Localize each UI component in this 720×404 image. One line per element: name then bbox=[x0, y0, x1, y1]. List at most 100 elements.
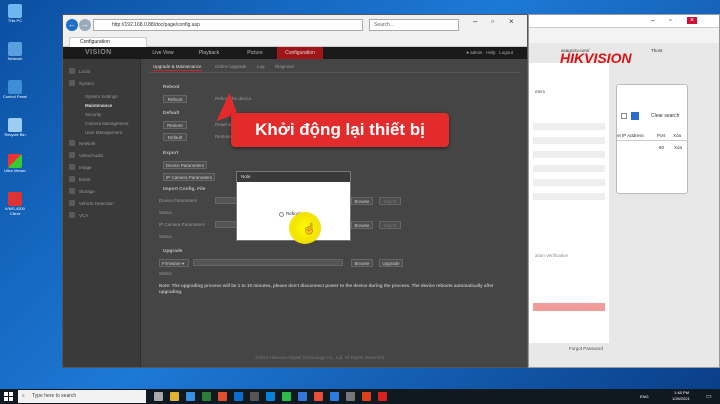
browse-button-3[interactable]: Browse bbox=[351, 259, 373, 267]
sidebar-item[interactable]: Maintenance bbox=[85, 101, 112, 110]
desktop-icon-ivms[interactable]: iVMS-4200 Client bbox=[2, 192, 28, 216]
nav-live-view[interactable]: Live View bbox=[143, 47, 183, 59]
desktop-icon-recycle-bin[interactable]: Recycle Bin bbox=[2, 118, 28, 138]
clear-search[interactable]: Clear search bbox=[651, 113, 679, 119]
settings-icon[interactable] bbox=[346, 392, 355, 401]
col-delete: Xóa bbox=[673, 133, 682, 138]
teamviewer-icon[interactable] bbox=[234, 392, 243, 401]
sidebar-item[interactable]: Camera Management bbox=[85, 119, 129, 128]
restore-button[interactable]: Restore bbox=[163, 121, 187, 129]
maximize-icon[interactable]: ▫ bbox=[491, 17, 494, 26]
page-link-2[interactable]: Thost bbox=[651, 48, 662, 53]
sidebar-item[interactable]: Vehicle Detection bbox=[69, 199, 114, 208]
powerpoint-icon[interactable] bbox=[218, 392, 227, 401]
dialog-title: Note bbox=[237, 172, 350, 182]
zalo-icon[interactable] bbox=[266, 392, 275, 401]
clock-date[interactable]: 1/26/2021 bbox=[672, 396, 690, 401]
minimize-icon[interactable]: – bbox=[651, 17, 655, 24]
search-field[interactable]: Search... bbox=[369, 19, 459, 31]
edit-icon[interactable] bbox=[631, 112, 639, 120]
task-view-icon[interactable] bbox=[154, 392, 163, 401]
import-button[interactable]: Import bbox=[379, 197, 401, 205]
desktop-icon-this-pc[interactable]: This PC bbox=[2, 4, 28, 24]
sidebar-item-label: System bbox=[79, 81, 95, 86]
minimize-icon[interactable]: – bbox=[473, 17, 477, 26]
delete-link[interactable]: Xóa bbox=[674, 145, 682, 150]
ivms-icon bbox=[8, 192, 22, 206]
excel-icon[interactable] bbox=[202, 392, 211, 401]
desktop-icon-control-panel[interactable]: Control Panel bbox=[2, 80, 28, 100]
desktop-icon-label: Network bbox=[7, 56, 23, 61]
sidebar-item[interactable]: Video/Audio bbox=[69, 151, 103, 160]
taskbar: ⌕ Type here to search ENG 1:48 PM 1/26/2… bbox=[0, 389, 720, 404]
help-link[interactable]: Help bbox=[486, 50, 495, 55]
sidebar-item[interactable]: Local bbox=[69, 67, 90, 76]
sidebar-item[interactable]: Storage bbox=[69, 187, 95, 196]
sidebar-item-label: VCA bbox=[79, 213, 89, 218]
back-icon[interactable]: ← bbox=[66, 19, 78, 31]
language-indicator[interactable]: ENG bbox=[640, 394, 649, 399]
sidebar-item[interactable]: System bbox=[69, 79, 94, 88]
login-button[interactable] bbox=[533, 303, 605, 311]
tab-diagnose[interactable]: Diagnose bbox=[275, 62, 294, 71]
logout-link[interactable]: Logout bbox=[499, 50, 513, 55]
close-icon[interactable]: × bbox=[687, 17, 698, 24]
section-import: Import Config. File bbox=[163, 187, 206, 192]
hikvision-logo: HIKVISION bbox=[560, 50, 632, 66]
tab-configuration[interactable]: Configuration bbox=[69, 37, 147, 47]
sidebar-item[interactable]: User Management bbox=[85, 128, 122, 137]
computer-icon bbox=[8, 4, 22, 18]
panel-text: eters bbox=[535, 89, 546, 94]
hik-taskbar-icon[interactable] bbox=[378, 392, 387, 401]
media-icon[interactable] bbox=[314, 392, 323, 401]
desktop-icon-label: Ultra Viewer bbox=[4, 168, 26, 173]
file-explorer-icon[interactable] bbox=[170, 392, 179, 401]
sidebar-item[interactable]: Network bbox=[69, 139, 96, 148]
ie-icon[interactable] bbox=[330, 392, 339, 401]
checkbox[interactable] bbox=[621, 113, 627, 119]
notification-icon[interactable]: ▭ bbox=[706, 393, 712, 400]
sidebar-item[interactable]: Event bbox=[69, 175, 91, 184]
form-row bbox=[533, 151, 605, 158]
ivms-taskbar-icon[interactable] bbox=[362, 392, 371, 401]
sidebar-item[interactable]: VCA bbox=[69, 211, 88, 220]
callout-banner: Khởi động lại thiết bị bbox=[231, 113, 449, 147]
export-ipc-button[interactable]: IP Camera Parameters bbox=[163, 173, 215, 181]
tab-log[interactable]: Log bbox=[257, 62, 265, 71]
upgrade-button[interactable]: Upgrade bbox=[379, 259, 403, 267]
sidebar-item[interactable]: Security bbox=[85, 110, 101, 119]
forward-icon[interactable]: → bbox=[79, 19, 91, 31]
browse-button[interactable]: Browse bbox=[351, 197, 373, 205]
forgot-password-link[interactable]: Forgot Password bbox=[569, 346, 603, 351]
edge-icon[interactable] bbox=[186, 392, 195, 401]
maximize-icon[interactable]: ▫ bbox=[669, 17, 671, 24]
close-icon[interactable]: × bbox=[509, 17, 514, 26]
import-button-2[interactable]: Import bbox=[379, 221, 401, 229]
upgrade-note: Note: The upgrading process will be 1 to… bbox=[159, 283, 494, 294]
search-icon: ⌕ bbox=[22, 393, 25, 399]
nav-picture[interactable]: Picture bbox=[235, 47, 275, 59]
default-button[interactable]: Default bbox=[163, 133, 187, 141]
export-device-button[interactable]: Device Parameters bbox=[163, 161, 207, 169]
browser-toolbar: ← → http://192.168.0.88/doc/page/config.… bbox=[63, 15, 527, 37]
sidebar-item[interactable]: System Settings bbox=[85, 92, 118, 101]
browse-button-2[interactable]: Browse bbox=[351, 221, 373, 229]
taskbar-search[interactable]: ⌕ Type here to search bbox=[18, 390, 146, 403]
firmware-path[interactable] bbox=[193, 259, 343, 266]
clock-time[interactable]: 1:48 PM bbox=[674, 390, 689, 395]
desktop-icon-network[interactable]: Network bbox=[2, 42, 28, 62]
chat-icon[interactable] bbox=[282, 392, 291, 401]
nav-configuration[interactable]: Configuration bbox=[277, 47, 323, 59]
address-bar[interactable]: http://192.168.0.88/doc/page/config.asp bbox=[93, 19, 363, 31]
desktop-icon-ultraviewer[interactable]: Ultra Viewer bbox=[2, 154, 28, 174]
firmware-select[interactable]: Firmware ▾ bbox=[159, 259, 189, 267]
tab-upgrade-maintenance[interactable]: Upgrade & Maintenance bbox=[153, 62, 202, 71]
tab-online-upgrade[interactable]: Online Upgrade bbox=[215, 62, 247, 71]
app-icon[interactable] bbox=[250, 392, 259, 401]
nav-playback[interactable]: Playback bbox=[189, 47, 229, 59]
browser-icon[interactable] bbox=[298, 392, 307, 401]
user-area: ● admin Help Logout bbox=[466, 47, 513, 59]
windows-start-icon[interactable] bbox=[4, 392, 13, 401]
reboot-button[interactable]: Reboot bbox=[163, 95, 187, 103]
sidebar-item[interactable]: Image bbox=[69, 163, 92, 172]
